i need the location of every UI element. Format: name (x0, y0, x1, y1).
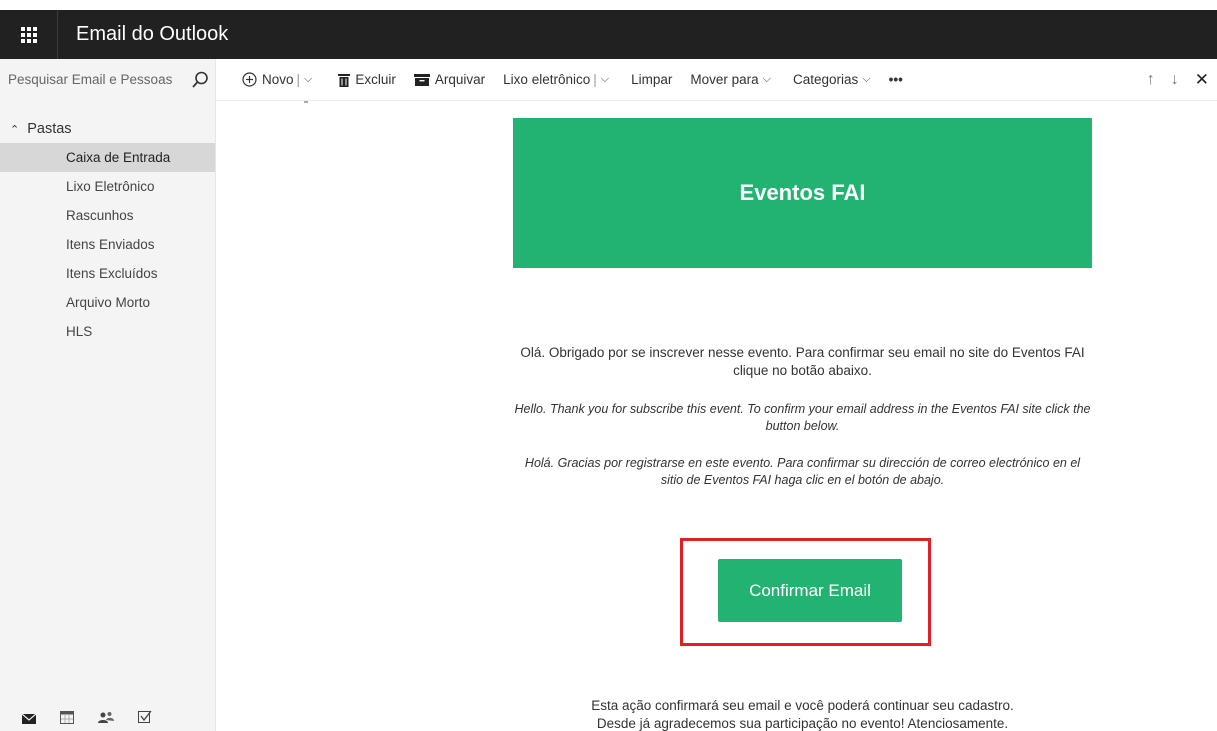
footer-text: Esta ação confirmará seu email e você po… (513, 697, 1092, 731)
archive-button-label: Arquivar (434, 72, 486, 87)
archive-button[interactable]: Arquivar (413, 72, 486, 87)
search-icon[interactable] (185, 71, 215, 89)
banner-title: Eventos FAI (739, 180, 866, 205)
sidebar-item-hls[interactable]: HLS (0, 317, 215, 346)
folders-heading[interactable]: ⌃ Pastas (10, 121, 215, 137)
app-header: Email do Outlook (0, 10, 1217, 59)
body-text-es: Holá. Gracias por registrarse en este ev… (524, 456, 1081, 487)
calendar-icon[interactable] (60, 710, 74, 727)
sweep-button[interactable]: Limpar (631, 72, 672, 87)
move-to-button[interactable]: Mover para ⌵ (690, 72, 771, 87)
command-bar: Pesquisar Email e Pessoas Novo | ⌵ Exclu… (0, 58, 1217, 101)
new-button[interactable]: Novo | ⌵ (242, 72, 312, 87)
chevron-down-icon: ⌵ (862, 73, 871, 85)
chevron-up-icon[interactable]: ⌃ (10, 123, 19, 136)
reading-pane: Eventos FAI Olá. Obrigado por se inscrev… (217, 101, 1217, 731)
app-launcher-icon[interactable] (0, 10, 58, 59)
move-to-button-label: Mover para (690, 72, 759, 87)
people-icon[interactable] (98, 711, 114, 727)
app-title[interactable]: Email do Outlook (76, 23, 228, 46)
body-text-en: Hello. Thank you for subscribe this even… (514, 402, 1091, 433)
confirm-email-button[interactable]: Confirmar Email (718, 559, 902, 622)
confirm-email-button-label: Confirmar Email (749, 580, 871, 600)
ellipsis-icon: ••• (888, 72, 903, 87)
sidebar-item-drafts[interactable]: Rascunhos (0, 201, 215, 230)
new-button-label: Novo (262, 72, 294, 87)
tasks-icon[interactable] (138, 710, 152, 727)
sweep-button-label: Limpar (631, 72, 673, 87)
chevron-down-icon: ⌵ (762, 73, 771, 85)
arrow-up-icon[interactable]: ↑ (1147, 71, 1155, 89)
folders-heading-label: Pastas (27, 121, 72, 137)
search-input[interactable]: Pesquisar Email e Pessoas (0, 58, 216, 101)
message-nav: ↑ ↓ ✕ (1147, 59, 1209, 101)
divider (304, 101, 308, 103)
plus-circle-icon (242, 72, 257, 87)
arrow-down-icon[interactable]: ↓ (1171, 71, 1179, 89)
more-actions-button[interactable]: ••• (889, 72, 903, 87)
footer-line-2: Desde já agradecemos sua participação no… (596, 716, 1009, 731)
junk-button-label: Lixo eletrônico (503, 72, 591, 87)
trash-icon (338, 73, 351, 87)
categories-button-label: Categorias (792, 72, 859, 87)
chevron-down-icon[interactable]: ⌵ (304, 73, 312, 86)
sidebar-item-archive[interactable]: Arquivo Morto (0, 288, 215, 317)
delete-button[interactable]: Excluir (338, 72, 396, 87)
mail-icon[interactable] (21, 711, 37, 727)
search-placeholder: Pesquisar Email e Pessoas (8, 72, 173, 87)
folder-pane: ⌃ Pastas Caixa de Entrada Lixo Eletrônic… (0, 101, 216, 731)
archive-icon (413, 73, 430, 86)
close-icon[interactable]: ✕ (1195, 70, 1209, 90)
chevron-down-icon[interactable]: ⌵ (601, 73, 609, 86)
delete-button-label: Excluir (355, 72, 396, 87)
sidebar-item-sent[interactable]: Itens Enviados (0, 230, 215, 259)
email-banner: Eventos FAI (513, 118, 1092, 268)
body-text-pt: Olá. Obrigado por se inscrever nesse eve… (520, 345, 1085, 378)
sidebar-item-junk[interactable]: Lixo Eletrônico (0, 172, 215, 201)
footer-line-1: Esta ação confirmará seu email e você po… (591, 698, 1014, 713)
sidebar-item-inbox[interactable]: Caixa de Entrada (0, 143, 215, 172)
junk-button[interactable]: Lixo eletrônico | ⌵ (503, 72, 609, 87)
module-switcher (21, 710, 152, 727)
categories-button[interactable]: Categorias ⌵ (793, 72, 871, 87)
sidebar-item-deleted[interactable]: Itens Excluídos (0, 259, 215, 288)
